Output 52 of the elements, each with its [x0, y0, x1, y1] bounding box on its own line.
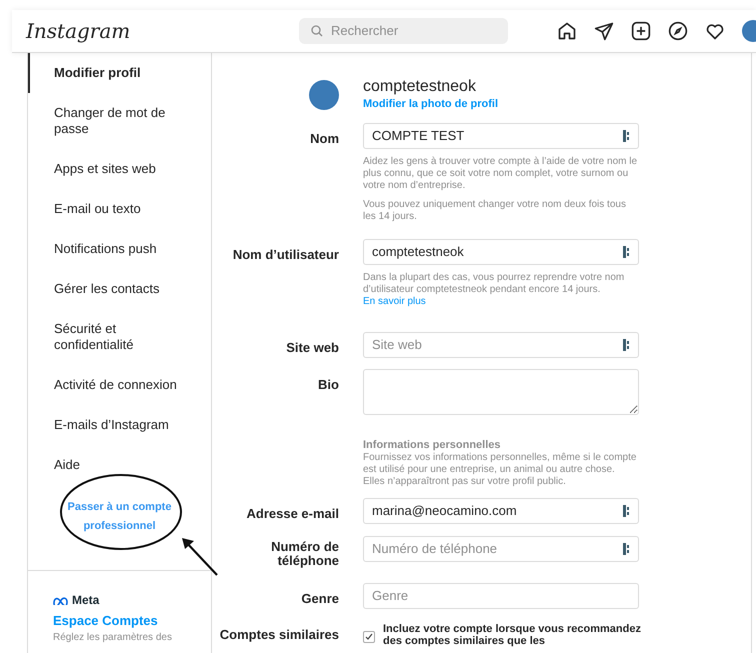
sidebar-item[interactable]: E-mails d’Instagram — [28, 405, 211, 445]
checkbox-label: Incluez votre compte lorsque vous recommandez des comptes similaires que les — [383, 622, 642, 646]
sidebar-item[interactable]: Sécurité et confidentialité — [28, 309, 211, 365]
autofill-key-icon[interactable] — [623, 504, 631, 516]
text-field[interactable]: marina@neocamino.com — [363, 498, 639, 524]
text-field[interactable]: Numéro de téléphone — [363, 536, 639, 562]
sidebar-item[interactable]: Changer de mot de passe — [28, 93, 211, 149]
autofill-key-icon[interactable] — [623, 542, 631, 554]
help-text: Fournissez vos informations personnelles, même si le compte est utilisé pour une entreprise, un animal ou autre chose. Elles n’apparaîtront pas sur votre profil public. — [363, 452, 638, 488]
field-label: Numéro de téléphone — [270, 540, 339, 568]
search-icon — [311, 25, 323, 37]
sidebar-item[interactable]: Gérer les contacts — [28, 269, 211, 309]
plus-icon[interactable] — [631, 21, 651, 41]
profile-avatar[interactable] — [309, 80, 339, 110]
text-field[interactable]: comptetestneok — [363, 238, 639, 264]
help-text: Aidez les gens à trouver votre compte à l’aide de votre nom le plus connu, que ce soit votre nom complet, votre surnom ou votre nom d’entreprise. — [363, 156, 638, 192]
text-field[interactable]: Genre — [363, 582, 639, 608]
field-label: Nom — [310, 132, 339, 146]
field-label: Nom d’utilisateur — [232, 248, 339, 262]
annotation-arrow — [181, 537, 219, 577]
search-input[interactable]: Rechercher — [331, 21, 481, 41]
help-text: Vous pouvez uniquement changer votre nom deux fois tous les 14 jours. — [363, 198, 627, 222]
sidebar-item[interactable]: Modifier profil — [28, 53, 211, 93]
field-label: Genre — [301, 592, 339, 606]
meta-logo-text: Meta — [72, 592, 100, 609]
checkmark-icon — [365, 632, 373, 640]
sidebar-item[interactable]: Notifications push — [28, 229, 211, 269]
field-label: Adresse e-mail — [246, 506, 339, 520]
sidebar-item[interactable]: Aide — [28, 445, 211, 485]
send-icon[interactable] — [594, 21, 614, 41]
autofill-key-icon[interactable] — [623, 246, 631, 258]
bio-field[interactable] — [363, 368, 639, 414]
field-label: Bio — [318, 378, 339, 392]
section-title: Informations personnelles — [363, 438, 502, 452]
accounts-center-description: Réglez les paramètres des — [53, 632, 173, 644]
checkbox[interactable] — [363, 630, 375, 642]
field-label: Comptes similaires — [220, 628, 339, 640]
text-field[interactable]: COMPTE TEST — [363, 122, 639, 148]
instagram-logo[interactable]: Instagram — [26, 16, 226, 46]
profile-username: comptetestneok — [363, 77, 477, 96]
home-icon[interactable] — [557, 21, 577, 41]
text-field[interactable]: Site web — [363, 332, 639, 358]
meta-logo-icon — [53, 596, 69, 604]
sidebar-item[interactable]: E-mail ou texto — [28, 189, 211, 229]
compass-icon[interactable] — [668, 21, 688, 41]
autofill-key-icon[interactable] — [623, 338, 631, 350]
sidebar-item[interactable]: Apps et sites web — [28, 149, 211, 189]
search-field[interactable]: Rechercher — [299, 18, 508, 44]
field-label: Site web — [286, 340, 339, 354]
help-text: Dans la plupart des cas, vous pourrez reprendre votre nom d’utilisateur comptetestneok pendant encore 14 jours. — [363, 272, 626, 296]
autofill-key-icon[interactable] — [623, 130, 631, 142]
sidebar-item[interactable]: Activité de connexion — [28, 365, 211, 405]
